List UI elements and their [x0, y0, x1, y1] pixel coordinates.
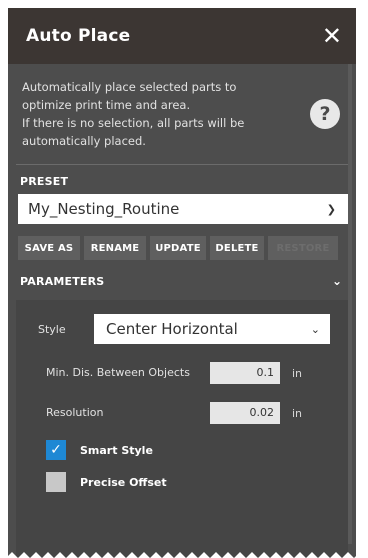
panel-title: Auto Place [26, 26, 131, 46]
preset-button-row: SAVE AS RENAME UPDATE DELETE RESTORE [18, 236, 346, 260]
description-line: Automatically place selected parts to [22, 80, 237, 94]
precise-offset-row[interactable]: Precise Offset [46, 472, 348, 492]
preset-dropdown[interactable]: My_Nesting_Routine ❯ [18, 194, 348, 224]
style-label: Style [38, 322, 66, 336]
description-section: Automatically place selected parts to op… [8, 64, 356, 164]
description-text: Automatically place selected parts to op… [22, 78, 300, 150]
rename-button[interactable]: RENAME [84, 236, 146, 260]
description-line: optimize print time and area. [22, 98, 191, 112]
style-dropdown[interactable]: Center Horizontal ⌄ [94, 314, 330, 344]
chevron-down-icon: ⌄ [310, 322, 320, 336]
preset-selected-value: My_Nesting_Routine [28, 200, 180, 218]
restore-button[interactable]: RESTORE [268, 236, 338, 260]
parameters-header[interactable]: PARAMETERS ⌄ [8, 260, 356, 300]
parameters-body: Style Center Horizontal ⌄ Min. Dis. Betw… [16, 300, 348, 558]
title-bar: Auto Place ✕ [8, 8, 356, 64]
precise-offset-checkbox[interactable] [46, 472, 66, 492]
save-as-button[interactable]: SAVE AS [18, 236, 80, 260]
description-line: automatically placed. [22, 134, 146, 148]
chevron-down-icon: ❯ [326, 202, 336, 216]
resolution-label: Resolution [46, 406, 104, 419]
auto-place-panel: Auto Place ✕ Automatically place selecte… [8, 8, 356, 558]
smart-style-label: Smart Style [80, 443, 153, 457]
update-button[interactable]: UPDATE [150, 236, 206, 260]
delete-button[interactable]: DELETE [210, 236, 264, 260]
smart-style-row[interactable]: ✓ Smart Style [46, 440, 348, 460]
style-selected-value: Center Horizontal [106, 320, 238, 338]
resolution-input[interactable]: 0.02 [210, 402, 280, 424]
description-line: If there is no selection, all parts will… [22, 116, 245, 130]
style-row: Style Center Horizontal ⌄ [16, 314, 348, 344]
chevron-down-icon[interactable]: ⌄ [332, 274, 342, 288]
smart-style-checkbox[interactable]: ✓ [46, 440, 66, 460]
scrollbar[interactable] [348, 64, 352, 544]
min-distance-label: Min. Dis. Between Objects [46, 366, 190, 379]
preset-section-label: PRESET [20, 175, 69, 188]
help-icon[interactable]: ? [310, 99, 340, 129]
resolution-row: Resolution 0.02 in [16, 402, 348, 424]
min-distance-input[interactable]: 0.1 [210, 362, 280, 384]
parameters-section-label: PARAMETERS [20, 274, 105, 288]
min-distance-unit: in [292, 366, 303, 380]
precise-offset-label: Precise Offset [80, 475, 167, 489]
min-distance-row: Min. Dis. Between Objects 0.1 in [16, 362, 348, 384]
close-icon[interactable]: ✕ [322, 24, 342, 48]
torn-edge [0, 552, 368, 558]
resolution-unit: in [292, 406, 303, 420]
